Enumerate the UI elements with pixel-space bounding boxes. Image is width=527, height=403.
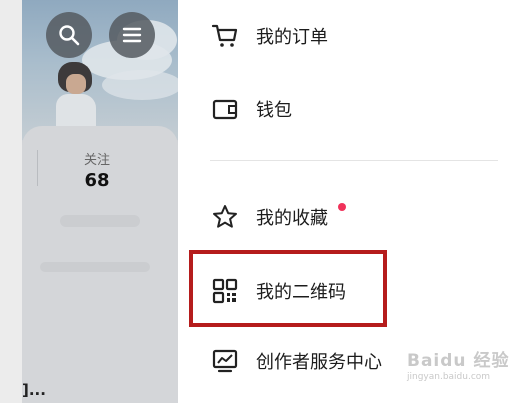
menu-item-creator-center[interactable]: 创作者服务中心 bbox=[210, 346, 382, 376]
following-label[interactable]: 关注 bbox=[72, 149, 122, 168]
following-count[interactable]: 68 bbox=[72, 170, 122, 191]
hamburger-menu-icon bbox=[122, 27, 142, 43]
side-menu: 我的订单 钱包 我的收藏 我的二维码 创作者服务中心 bbox=[178, 0, 527, 403]
menu-item-creator-center-label: 创作者服务中心 bbox=[256, 352, 382, 373]
star-icon bbox=[210, 202, 240, 232]
menu-item-orders-label: 我的订单 bbox=[256, 27, 328, 48]
watermark-sub: jingyan.baidu.com bbox=[407, 372, 491, 382]
cart-icon bbox=[210, 21, 240, 51]
menu-item-wallet-label: 钱包 bbox=[256, 100, 292, 121]
notification-dot bbox=[338, 203, 346, 211]
baidu-jingyan-watermark: Baidu 经验 jingyan.baidu.com bbox=[407, 346, 509, 382]
profile-pane: 关注 68 ]... bbox=[0, 0, 178, 403]
watermark-main: Baidu 经验 bbox=[407, 351, 510, 371]
search-button[interactable] bbox=[46, 12, 92, 58]
menu-separator bbox=[210, 160, 498, 161]
highlight-box bbox=[189, 250, 387, 327]
menu-button[interactable] bbox=[109, 12, 155, 58]
menu-item-favorites-label: 我的收藏 bbox=[256, 208, 328, 229]
left-edge-strip bbox=[0, 0, 22, 403]
wallet-icon bbox=[210, 94, 240, 124]
menu-item-orders[interactable]: 我的订单 bbox=[210, 21, 328, 51]
search-icon bbox=[59, 25, 80, 46]
menu-item-favorites[interactable]: 我的收藏 bbox=[210, 202, 328, 232]
truncated-text: ]... bbox=[22, 381, 46, 399]
menu-item-wallet[interactable]: 钱包 bbox=[210, 94, 292, 124]
chart-monitor-icon bbox=[210, 346, 240, 376]
stats-divider bbox=[37, 150, 38, 186]
profile-cover-image bbox=[22, 0, 178, 140]
